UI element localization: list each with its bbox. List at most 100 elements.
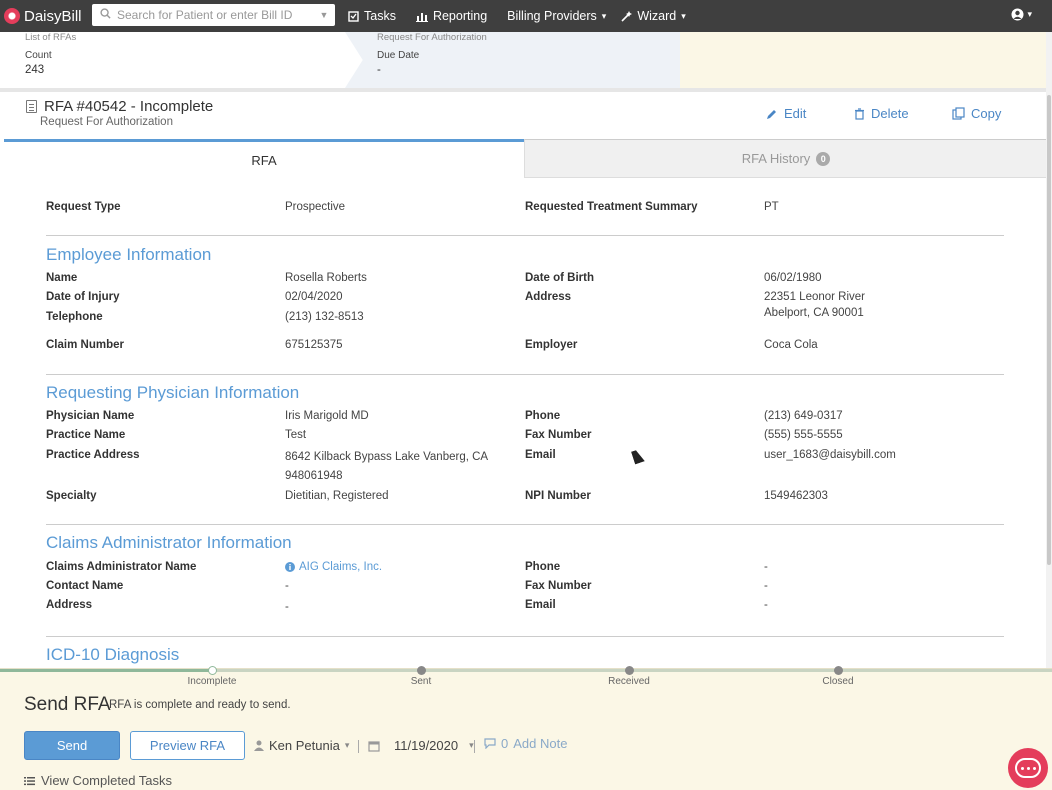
practice-address-label: Practice Address <box>46 449 140 461</box>
chevron-down-icon: ▾ <box>681 10 686 21</box>
chat-bubble-icon <box>1015 758 1041 778</box>
nav-reporting-label: Reporting <box>432 9 488 23</box>
nav-tasks[interactable]: Tasks <box>348 9 396 23</box>
chevron-down-icon[interactable]: ▼ <box>313 10 335 20</box>
claims-admin-name-label: Claims Administrator Name <box>46 561 197 573</box>
rfa-summary-strip: List of RFAs Count 243 Request For Autho… <box>0 32 1052 88</box>
step-incomplete: Incomplete <box>187 676 237 687</box>
rfa-list-segment[interactable]: List of RFAs Count 243 <box>0 32 370 88</box>
patient-search[interactable]: Search for Patient or enter Bill ID ▼ <box>92 4 335 26</box>
copy-button[interactable]: Copy <box>952 106 1001 121</box>
due-date-label: Due Date <box>377 50 420 61</box>
nav-wizard-label: Wizard <box>637 9 677 23</box>
user-icon <box>254 740 264 751</box>
claims-admin-phone-label: Phone <box>525 561 561 573</box>
claims-admin-address-label: Address <box>46 599 93 611</box>
daisy-logo-icon <box>4 8 20 24</box>
doi-value: 02/04/2020 <box>285 291 343 303</box>
telephone-label: Telephone <box>46 311 103 323</box>
chevron-down-icon: ▾ <box>601 10 607 21</box>
assignee-select[interactable]: Ken Petunia ▾ <box>254 738 349 753</box>
nav-tasks-label: Tasks <box>364 9 396 23</box>
app-logo[interactable]: DaisyBill <box>4 8 88 25</box>
nav-wizard[interactable]: Wizard ▾ <box>621 9 686 23</box>
employee-section-heading: Employee Information <box>46 245 212 264</box>
calendar-icon <box>368 740 380 752</box>
date-picker[interactable]: 11/19/2020 ▾ <box>368 738 474 753</box>
employee-address-line1: 22351 Leonor River <box>764 291 866 303</box>
divider <box>46 374 1004 375</box>
send-button[interactable]: Send <box>24 731 120 760</box>
count-label: Count <box>25 50 52 61</box>
edit-button[interactable]: Edit <box>766 106 806 121</box>
telephone-value: (213) 132-8513 <box>285 311 364 323</box>
chevron-down-icon: ▾ <box>344 740 350 750</box>
delete-button[interactable]: Delete <box>854 106 909 121</box>
physician-section-heading: Requesting Physician Information <box>46 383 300 402</box>
chevron-down-icon: ▾ <box>469 740 474 750</box>
dob-label: Date of Birth <box>525 272 594 284</box>
claims-admin-phone-value: - <box>764 561 768 573</box>
practice-name-label: Practice Name <box>46 429 126 441</box>
rfa-tabs: RFA RFA History 0 <box>4 139 1048 178</box>
search-input[interactable]: Search for Patient or enter Bill ID <box>117 8 313 22</box>
practice-name-value: Test <box>285 429 307 441</box>
divider <box>46 524 1004 525</box>
scrollbar-thumb[interactable] <box>1047 95 1051 565</box>
copy-label: Copy <box>971 106 1002 121</box>
assignee-value: Ken Petunia <box>269 738 340 753</box>
summary-extra-segment <box>680 32 1052 88</box>
page-title: RFA #40542 - Incomplete <box>44 98 214 115</box>
rfa-request-segment[interactable]: Request For Authorization Due Date - <box>345 32 700 88</box>
physician-email-label: Email <box>525 449 556 461</box>
npi-label: NPI Number <box>525 490 591 502</box>
wand-icon <box>621 10 633 22</box>
divider <box>46 636 1004 637</box>
add-note-button[interactable]: 0 Add Note <box>484 736 567 751</box>
chevron-down-icon: ▾ <box>1027 9 1032 19</box>
practice-address-line2: 948061948 <box>285 470 343 482</box>
preview-rfa-button[interactable]: Preview RFA <box>130 731 245 760</box>
step-dot-closed <box>834 666 843 675</box>
separator <box>358 740 359 753</box>
claims-admin-address-value: - <box>285 601 289 613</box>
info-icon <box>285 562 295 572</box>
treatment-summary-value: PT <box>764 201 779 213</box>
nav-billing-providers[interactable]: Billing Providers ▾ <box>507 9 606 23</box>
treatment-summary-label: Requested Treatment Summary <box>525 201 698 213</box>
separator <box>474 740 475 753</box>
claims-admin-section-heading: Claims Administrator Information <box>46 533 292 552</box>
physician-phone-value: (213) 649-0317 <box>764 410 843 422</box>
view-completed-tasks-link[interactable]: View Completed Tasks <box>24 773 172 788</box>
document-icon <box>26 100 37 113</box>
claims-admin-link[interactable]: AIG Claims, Inc. <box>285 561 382 573</box>
specialty-value: Dietitian, Registered <box>285 490 389 502</box>
step-sent: Sent <box>410 676 432 687</box>
list-label: List of RFAs <box>25 32 77 43</box>
employee-address-label: Address <box>525 291 572 303</box>
tab-rfa[interactable]: RFA <box>4 139 524 178</box>
step-closed: Closed <box>822 676 854 687</box>
physician-email-value: user_1683@daisybill.com <box>764 449 896 461</box>
page-subtitle: Request For Authorization <box>40 116 173 128</box>
icd-section-heading: ICD-10 Diagnosis <box>46 645 180 664</box>
claim-number-value: 675125375 <box>285 339 343 351</box>
claim-number-label: Claim Number <box>46 339 124 351</box>
user-menu[interactable]: ▾ <box>1011 8 1032 21</box>
nav-reporting[interactable]: Reporting <box>415 9 488 23</box>
add-note-label: Add Note <box>513 736 568 751</box>
tab-rfa-label: RFA <box>251 152 277 168</box>
trash-icon <box>855 107 864 120</box>
send-rfa-title: Send RFA <box>24 694 111 715</box>
tab-rfa-history-label: RFA History <box>741 151 811 166</box>
note-count: 0 <box>501 736 509 751</box>
pencil-icon <box>767 109 776 119</box>
chat-widget-button[interactable] <box>1008 748 1048 788</box>
claims-admin-fax-value: - <box>764 580 768 592</box>
npi-value: 1549462303 <box>764 490 828 502</box>
checklist-icon <box>348 11 359 22</box>
step-received: Received <box>608 676 650 687</box>
tab-rfa-history[interactable]: RFA History 0 <box>524 139 1048 178</box>
employee-address-line2: Abelport, CA 90001 <box>764 307 864 319</box>
employer-label: Employer <box>525 339 578 351</box>
